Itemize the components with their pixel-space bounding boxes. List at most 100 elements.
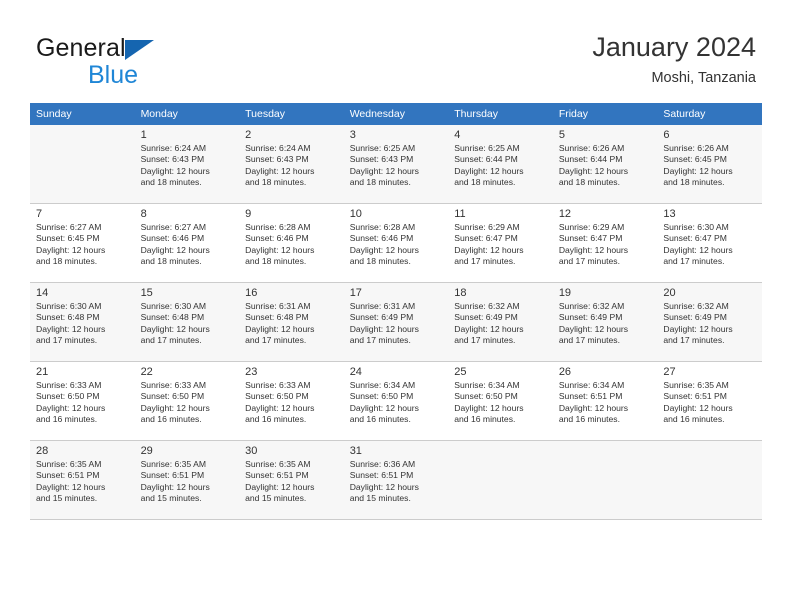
daylight-text-line1: Daylight: 12 hours (558, 323, 629, 334)
brand-logo[interactable]: General Blue (36, 34, 276, 90)
day-cell-content[interactable]: 13 Sunrise: 6:30 AM Sunset: 6:47 PM Dayligh… (657, 204, 762, 282)
day-number: 5 (558, 129, 565, 141)
day-number: 13 (663, 208, 676, 220)
sunrise-text: Sunrise: 6:32 AM (454, 301, 520, 311)
calendar-day-cell: 17 Sunrise: 6:31 AM Sunset: 6:49 PM Dayligh… (343, 282, 449, 362)
calendar-day-cell: 5 Sunrise: 6:26 AM Sunset: 6:44 PM Daylight… (552, 125, 658, 204)
sunrise-text: Sunrise: 6:32 AM (663, 301, 729, 311)
weekday-header-row: Sunday Monday Tuesday Wednesday Thursday… (30, 103, 762, 125)
calendar-week-row: 1 Sunrise: 6:24 AM Sunset: 6:43 PM Daylight… (30, 125, 762, 204)
daylight-text-line1: Daylight: 12 hours (454, 165, 524, 176)
daylight-text-line1: Daylight: 12 hours (349, 402, 419, 413)
daylight-text-line2: and 18 minutes. (140, 255, 202, 266)
sunset-text: Sunset: 6:47 PM (454, 233, 518, 244)
day-cell-content[interactable]: 26 Sunrise: 6:34 AM Sunset: 6:51 PM Dayligh… (553, 362, 658, 440)
day-cell-content[interactable]: 29 Sunrise: 6:35 AM Sunset: 6:51 PM Dayligh… (135, 441, 240, 519)
daylight-text-line1: Daylight: 12 hours (140, 481, 210, 492)
day-cell-content[interactable]: 24 Sunrise: 6:34 AM Sunset: 6:50 PM Dayligh… (344, 362, 449, 440)
day-cell-content (30, 125, 135, 203)
daylight-text-line1: Daylight: 12 hours (140, 323, 210, 334)
sunrise-text: Sunrise: 6:34 AM (558, 380, 625, 390)
page-subtitle: Moshi, Tanzania (651, 70, 756, 86)
calendar-day-cell: 12 Sunrise: 6:29 AM Sunset: 6:47 PM Dayligh… (552, 203, 658, 283)
calendar-day-cell: 27 Sunrise: 6:35 AM Sunset: 6:51 PM Dayligh… (657, 361, 762, 441)
sunset-text: Sunset: 6:45 PM (36, 233, 100, 244)
day-cell-content[interactable]: 20 Sunrise: 6:32 AM Sunset: 6:49 PM Dayligh… (657, 283, 762, 361)
day-cell-content[interactable]: 22 Sunrise: 6:33 AM Sunset: 6:50 PM Dayligh… (135, 362, 240, 440)
day-cell-content[interactable]: 31 Sunrise: 6:36 AM Sunset: 6:51 PM Dayligh… (344, 441, 449, 519)
calendar-day-cell: 26 Sunrise: 6:34 AM Sunset: 6:51 PM Dayligh… (552, 361, 658, 441)
day-cell-content[interactable]: 19 Sunrise: 6:32 AM Sunset: 6:49 PM Dayligh… (553, 283, 658, 361)
day-cell-content[interactable]: 15 Sunrise: 6:30 AM Sunset: 6:48 PM Dayligh… (135, 283, 240, 361)
day-cell-content[interactable]: 23 Sunrise: 6:33 AM Sunset: 6:50 PM Dayligh… (239, 362, 344, 440)
daylight-text-line2: and 18 minutes. (349, 255, 411, 266)
day-cell-content[interactable]: 6 Sunrise: 6:26 AM Sunset: 6:45 PM Daylight… (657, 125, 762, 203)
sunrise-text: Sunrise: 6:26 AM (558, 143, 625, 153)
sunrise-text: Sunrise: 6:28 AM (245, 222, 311, 232)
daylight-text-line1: Daylight: 12 hours (140, 165, 210, 176)
calendar-day-cell: 11 Sunrise: 6:29 AM Sunset: 6:47 PM Dayligh… (448, 203, 553, 283)
calendar-day-cell: 23 Sunrise: 6:33 AM Sunset: 6:50 PM Dayligh… (239, 361, 344, 441)
weekday-header-wednesday: Wednesday (343, 103, 449, 125)
day-cell-content[interactable]: 4 Sunrise: 6:25 AM Sunset: 6:44 PM Daylight… (448, 125, 553, 203)
sunrise-text: Sunrise: 6:35 AM (663, 380, 729, 390)
calendar-empty-cell (657, 440, 762, 520)
day-number: 25 (454, 366, 467, 378)
day-cell-content[interactable]: 7 Sunrise: 6:27 AM Sunset: 6:45 PM Daylight… (30, 204, 135, 282)
sunset-text: Sunset: 6:48 PM (36, 312, 100, 323)
daylight-text-line1: Daylight: 12 hours (140, 244, 210, 255)
sunrise-text: Sunrise: 6:28 AM (349, 222, 416, 232)
calendar-empty-cell (552, 440, 658, 520)
day-cell-content[interactable]: 21 Sunrise: 6:33 AM Sunset: 6:50 PM Dayligh… (30, 362, 135, 440)
daylight-text-line2: and 15 minutes. (140, 492, 202, 503)
daylight-text-line1: Daylight: 12 hours (349, 244, 419, 255)
sunrise-text: Sunrise: 6:32 AM (558, 301, 625, 311)
weekday-header-thursday: Thursday (448, 103, 553, 125)
sunrise-text: Sunrise: 6:27 AM (36, 222, 102, 232)
daylight-text-line2: and 18 minutes. (663, 176, 725, 187)
weekday-header-saturday: Saturday (657, 103, 762, 125)
sunset-text: Sunset: 6:46 PM (245, 233, 309, 244)
calendar-page: General Blue January 2024 Moshi, Tanzani… (0, 0, 792, 612)
sunset-text: Sunset: 6:48 PM (140, 312, 205, 323)
daylight-text-line2: and 16 minutes. (454, 413, 516, 424)
day-cell-content[interactable]: 3 Sunrise: 6:25 AM Sunset: 6:43 PM Daylight… (344, 125, 449, 203)
day-cell-content[interactable]: 11 Sunrise: 6:29 AM Sunset: 6:47 PM Dayligh… (448, 204, 553, 282)
day-cell-content[interactable]: 2 Sunrise: 6:24 AM Sunset: 6:43 PM Daylight… (239, 125, 344, 203)
calendar-day-cell: 31 Sunrise: 6:36 AM Sunset: 6:51 PM Dayligh… (343, 440, 449, 520)
day-cell-content[interactable]: 25 Sunrise: 6:34 AM Sunset: 6:50 PM Dayligh… (448, 362, 553, 440)
day-cell-content[interactable]: 27 Sunrise: 6:35 AM Sunset: 6:51 PM Dayligh… (657, 362, 762, 440)
calendar-body: 1 Sunrise: 6:24 AM Sunset: 6:43 PM Daylight… (30, 125, 762, 520)
sunrise-text: Sunrise: 6:35 AM (140, 459, 207, 469)
day-cell-content[interactable]: 17 Sunrise: 6:31 AM Sunset: 6:49 PM Dayligh… (344, 283, 449, 361)
day-cell-content[interactable]: 30 Sunrise: 6:35 AM Sunset: 6:51 PM Dayligh… (239, 441, 344, 519)
day-cell-content[interactable]: 8 Sunrise: 6:27 AM Sunset: 6:46 PM Daylight… (135, 204, 240, 282)
day-cell-content[interactable]: 12 Sunrise: 6:29 AM Sunset: 6:47 PM Dayligh… (553, 204, 658, 282)
sunrise-text: Sunrise: 6:29 AM (454, 222, 520, 232)
sunset-text: Sunset: 6:51 PM (36, 470, 100, 481)
sunrise-text: Sunrise: 6:34 AM (454, 380, 520, 390)
day-cell-content (448, 441, 553, 519)
page-header: General Blue January 2024 Moshi, Tanzani… (0, 0, 792, 103)
sunset-text: Sunset: 6:51 PM (349, 470, 414, 481)
day-cell-content[interactable]: 28 Sunrise: 6:35 AM Sunset: 6:51 PM Dayligh… (30, 441, 135, 519)
day-number: 19 (558, 287, 572, 299)
day-cell-content[interactable]: 5 Sunrise: 6:26 AM Sunset: 6:44 PM Daylight… (553, 125, 658, 203)
calendar-day-cell: 19 Sunrise: 6:32 AM Sunset: 6:49 PM Dayligh… (552, 282, 658, 362)
daylight-text-line2: and 17 minutes. (454, 255, 516, 266)
day-cell-content[interactable]: 10 Sunrise: 6:28 AM Sunset: 6:46 PM Dayligh… (344, 204, 449, 282)
daylight-text-line2: and 17 minutes. (140, 334, 202, 345)
day-cell-content[interactable]: 18 Sunrise: 6:32 AM Sunset: 6:49 PM Dayligh… (448, 283, 553, 361)
brand-name-blue: Blue (88, 61, 139, 89)
calendar-day-cell: 16 Sunrise: 6:31 AM Sunset: 6:48 PM Dayligh… (239, 282, 344, 362)
daylight-text-line2: and 17 minutes. (36, 334, 98, 345)
day-cell-content[interactable]: 14 Sunrise: 6:30 AM Sunset: 6:48 PM Dayligh… (30, 283, 135, 361)
day-number: 4 (454, 129, 461, 141)
triangle-flag-icon (125, 40, 154, 60)
sunset-text: Sunset: 6:49 PM (454, 312, 518, 323)
day-cell-content[interactable]: 9 Sunrise: 6:28 AM Sunset: 6:46 PM Daylight… (239, 204, 344, 282)
day-cell-content[interactable]: 1 Sunrise: 6:24 AM Sunset: 6:43 PM Daylight… (135, 125, 240, 203)
sunrise-text: Sunrise: 6:24 AM (140, 143, 207, 153)
day-cell-content[interactable]: 16 Sunrise: 6:31 AM Sunset: 6:48 PM Dayligh… (239, 283, 344, 361)
sunrise-text: Sunrise: 6:33 AM (245, 380, 311, 390)
